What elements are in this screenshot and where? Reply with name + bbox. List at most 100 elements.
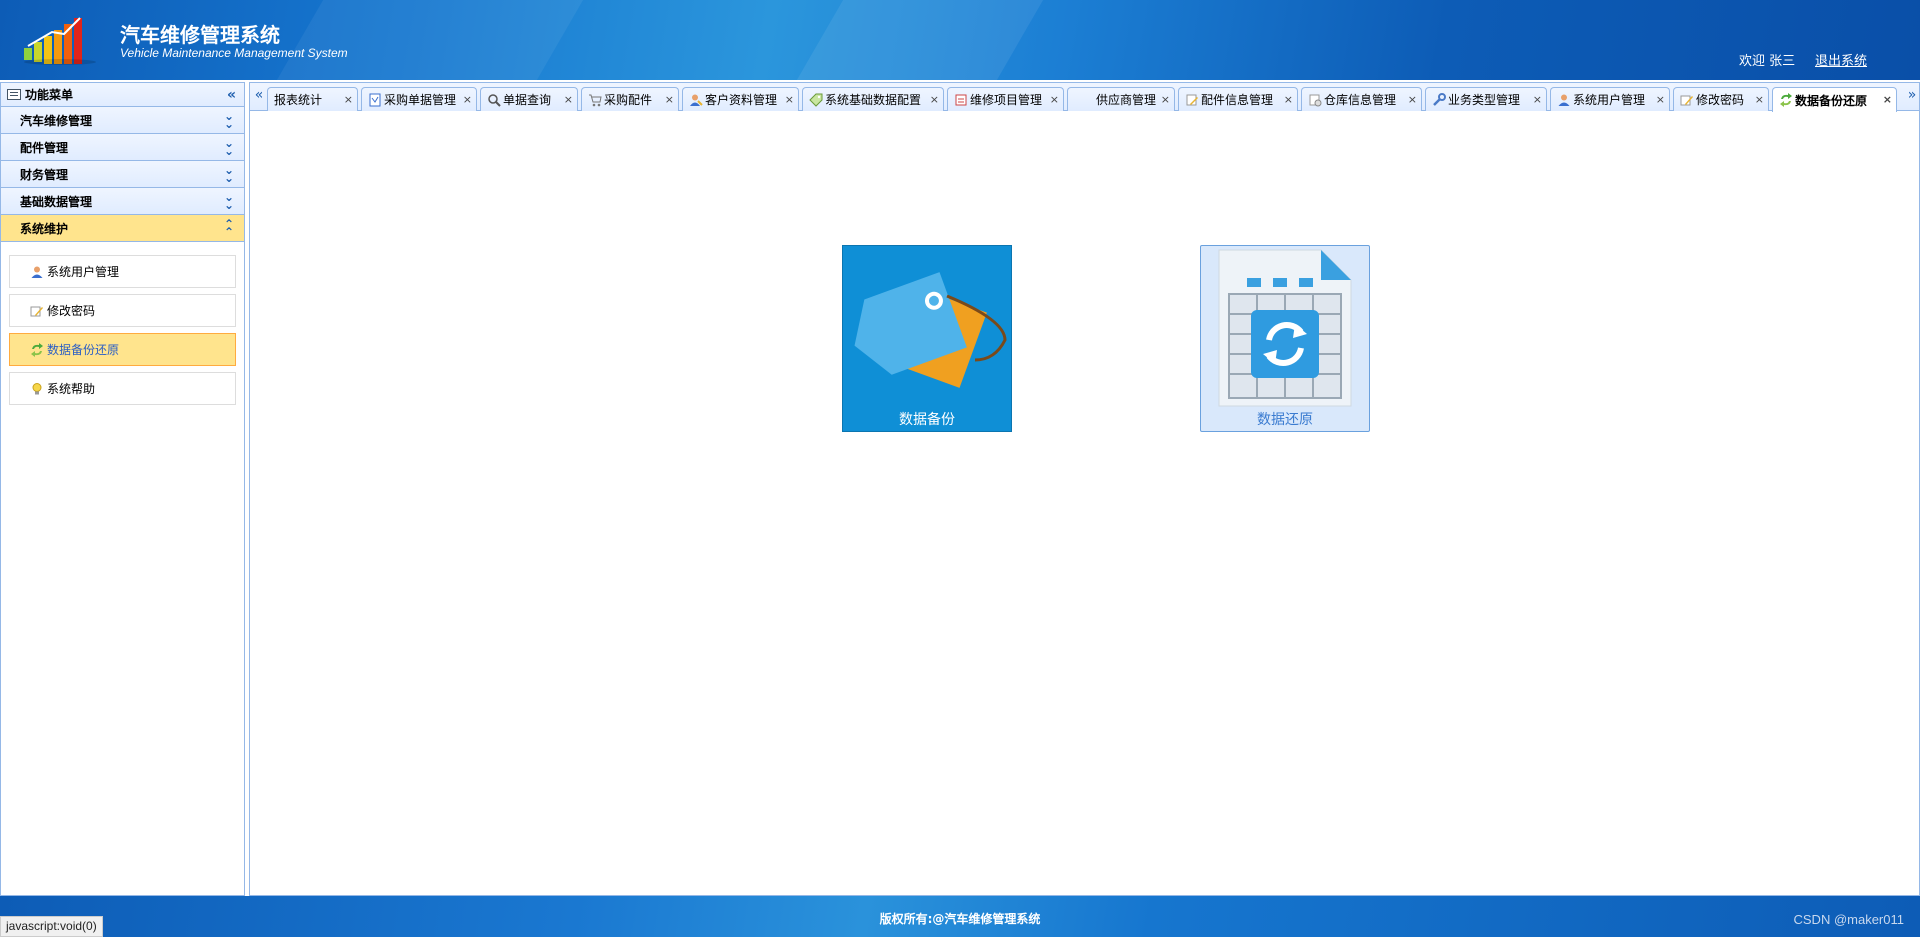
close-icon[interactable]: × [1408, 93, 1417, 106]
table-restore-icon [1218, 249, 1352, 407]
collapse-sidebar-icon[interactable]: « [227, 87, 236, 103]
bulb-icon [32, 382, 42, 394]
user-icon [31, 266, 43, 278]
close-icon[interactable]: × [463, 93, 472, 106]
chevron-down-icon: ⌄ ⌄ [223, 163, 234, 185]
tab-warehouse-info[interactable]: 仓库信息管理 × [1301, 87, 1422, 111]
app-header: 汽车维修管理系统 Vehicle Maintenance Management … [0, 0, 1920, 80]
app-footer: 版权所有:@汽车维修管理系统 CSDN @maker011 [0, 896, 1920, 937]
close-icon[interactable]: × [1533, 93, 1542, 106]
tab-label: 采购配件 [604, 93, 653, 107]
tab-business-type[interactable]: 业务类型管理 × [1425, 87, 1547, 111]
close-icon[interactable]: × [1284, 93, 1293, 106]
sidebar-section-label: 配件管理 [20, 140, 69, 155]
sidebar-title: 功能菜单 [25, 88, 74, 102]
tab-change-password[interactable]: 修改密码 × [1673, 87, 1769, 111]
sidebar-section-label: 财务管理 [20, 167, 69, 182]
watermark-text: CSDN @maker011 [1793, 912, 1905, 927]
tab-label: 采购单据管理 [384, 93, 457, 107]
close-icon[interactable]: × [785, 93, 794, 106]
menu-icon [7, 89, 21, 100]
chevron-down-icon: ⌄ ⌄ [223, 109, 234, 131]
app-subtitle: Vehicle Maintenance Management System [120, 46, 348, 60]
tab-purchase-docs[interactable]: 采购单据管理 × [361, 87, 477, 111]
close-icon[interactable]: × [1755, 93, 1764, 106]
status-bar-url: javascript:void(0) [0, 916, 103, 937]
sidebar-sub-panel: 系统用户管理 修改密码 数据备份还原 系统帮助 [1, 242, 244, 424]
close-icon[interactable]: × [344, 93, 353, 106]
tab-label: 系统基础数据配置 [825, 93, 922, 107]
wrench-icon [1433, 92, 1446, 106]
chevron-down-icon: ⌄ ⌄ [223, 190, 234, 212]
tab-supplier[interactable]: 供应商管理 × [1067, 87, 1175, 111]
main-panel: « 报表统计 × 采购单据管理 × 单据查询 × 采购配件 × 客户资料管理 ×… [249, 82, 1920, 896]
sidebar-section-label: 汽车维修管理 [20, 113, 93, 128]
tab-label: 修改密码 [1696, 93, 1745, 107]
chevron-up-icon: ⌃ ⌃ [223, 217, 234, 239]
sync-icon [31, 342, 43, 357]
sidebar-section-system[interactable]: 系统维护 ⌃ ⌃ [1, 215, 244, 242]
close-icon[interactable]: × [665, 93, 674, 106]
tab-label: 系统用户管理 [1573, 93, 1646, 107]
tab-customer-info[interactable]: 客户资料管理 × [682, 87, 799, 111]
sidebar-item-change-password[interactable]: 修改密码 [9, 294, 236, 327]
sidebar-item-label: 系统用户管理 [47, 265, 120, 279]
copyright-text: 版权所有:@汽车维修管理系统 [879, 912, 1041, 926]
logout-link[interactable]: 退出系统 [1815, 50, 1867, 69]
sidebar-section-parts[interactable]: 配件管理 ⌄ ⌄ [1, 134, 244, 161]
sidebar-section-label: 系统维护 [20, 221, 69, 236]
restore-label: 数据还原 [1257, 412, 1313, 428]
tabs-scroll-right-icon[interactable]: » [1905, 83, 1919, 110]
data-restore-button[interactable]: 数据还原 [1200, 245, 1370, 432]
sidebar-item-label: 系统帮助 [47, 382, 96, 396]
sidebar-item-data-backup-restore[interactable]: 数据备份还原 [9, 333, 236, 366]
close-icon[interactable]: × [930, 93, 939, 106]
user-icon [1558, 94, 1570, 106]
sidebar-item-label: 修改密码 [47, 304, 96, 318]
tab-parts-info[interactable]: 配件信息管理 × [1178, 87, 1298, 111]
sidebar-header: 功能菜单 « [1, 83, 244, 107]
tab-label: 报表统计 [274, 93, 323, 107]
close-icon[interactable]: × [1050, 93, 1059, 106]
sidebar: 功能菜单 « 汽车维修管理 ⌄ ⌄ 配件管理 ⌄ ⌄ 财务管理 ⌄ ⌄ 基础数据管理 … [0, 82, 245, 896]
sidebar-item-label: 数据备份还原 [47, 343, 120, 357]
tab-label: 供应商管理 [1096, 93, 1157, 107]
header-decoration [796, 0, 1044, 80]
tab-label: 维修项目管理 [970, 93, 1043, 107]
sidebar-section-finance[interactable]: 财务管理 ⌄ ⌄ [1, 161, 244, 188]
close-icon[interactable]: × [1656, 93, 1665, 106]
sync-icon [1780, 93, 1792, 107]
warehouse-icon [1309, 94, 1322, 106]
edit-icon [1680, 95, 1693, 105]
document-icon [369, 93, 381, 106]
tab-repair-items[interactable]: 维修项目管理 × [947, 87, 1064, 111]
sidebar-section-repair[interactable]: 汽车维修管理 ⌄ ⌄ [1, 107, 244, 134]
close-icon[interactable]: × [1161, 93, 1170, 106]
tab-system-users[interactable]: 系统用户管理 × [1550, 87, 1670, 111]
tab-report-stats[interactable]: 报表统计 × [267, 87, 358, 111]
sidebar-section-base-data[interactable]: 基础数据管理 ⌄ ⌄ [1, 188, 244, 215]
tab-label: 业务类型管理 [1448, 93, 1521, 107]
tab-doc-query[interactable]: 单据查询 × [480, 87, 578, 111]
tag-icon [809, 93, 823, 107]
tab-data-backup-restore[interactable]: 数据备份还原 × [1772, 87, 1897, 112]
repair-icon [955, 94, 967, 105]
logo-icon [24, 17, 96, 65]
tab-base-data-config[interactable]: 系统基础数据配置 × [802, 87, 944, 111]
customer-icon [690, 94, 703, 106]
sidebar-item-user-management[interactable]: 系统用户管理 [9, 255, 236, 288]
close-icon[interactable]: × [1883, 93, 1892, 106]
tabs-scroll-left-icon[interactable]: « [252, 83, 266, 110]
tag-backup-icon [854, 272, 1007, 388]
tabs-bar: « 报表统计 × 采购单据管理 × 单据查询 × 采购配件 × 客户资料管理 ×… [250, 83, 1919, 112]
tab-purchase-parts[interactable]: 采购配件 × [581, 87, 679, 111]
tab-label: 单据查询 [503, 93, 552, 107]
tab-label: 客户资料管理 [705, 93, 778, 107]
backup-label: 数据备份 [899, 412, 955, 428]
search-icon [488, 93, 501, 107]
data-backup-button[interactable]: 数据备份 [842, 245, 1012, 432]
close-icon[interactable]: × [564, 93, 573, 106]
header-decoration [276, 0, 584, 80]
sidebar-item-help[interactable]: 系统帮助 [9, 372, 236, 405]
sidebar-section-label: 基础数据管理 [20, 194, 93, 209]
